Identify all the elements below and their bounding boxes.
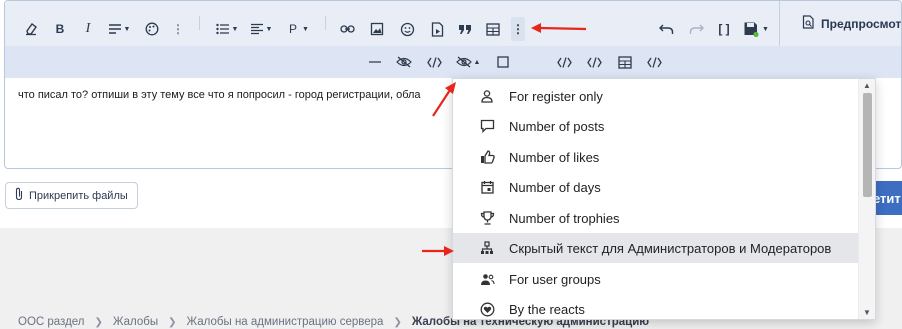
bold-button[interactable]: B [53,17,67,41]
toolbar-divider [199,16,200,30]
breadcrumb-item[interactable]: ООС раздел [18,316,85,328]
dropdown-item-label: Number of days [509,179,601,195]
hide-content-menu[interactable]: ▲ [453,50,483,74]
text-lines-icon [108,24,121,34]
dropdown-item-by-reacts[interactable]: By the reacts [453,294,859,319]
dropdown-scrollbar[interactable]: ▲ ▼ [858,79,875,319]
breadcrumb-item[interactable]: Жалобы [113,316,158,328]
dropdown-item-register-only[interactable]: For register only [453,81,859,111]
palette-icon[interactable] [144,17,160,41]
paragraph-format-label: P [289,22,298,36]
code-icon[interactable] [425,50,443,74]
eye-off-icon[interactable] [395,50,413,74]
dropdown-item-label: For register only [509,88,603,104]
dropdown-item-number-of-trophies[interactable]: Number of trophies [453,203,859,233]
italic-button[interactable]: I [81,17,95,41]
breadcrumb-item[interactable]: Жалобы на администрацию сервера [187,316,384,328]
horizontal-rule-icon[interactable] [367,50,383,74]
scroll-down-icon[interactable]: ▼ [863,308,871,317]
image-icon[interactable] [369,17,385,41]
annotation-arrow-right [531,23,587,33]
person-icon [479,88,495,104]
dropdown-item-number-of-days[interactable]: Number of days [453,172,859,202]
paragraph-format-menu[interactable]: P ▼ [287,17,311,41]
code-icon[interactable] [645,50,663,74]
media-file-icon[interactable] [429,17,445,41]
paperclip-icon [14,187,24,204]
dropdown-item-label: Number of trophies [509,210,620,226]
dropdown-item-label: By the reacts [509,301,585,317]
eraser-icon[interactable] [23,17,39,41]
save-icon [744,22,759,37]
document-search-icon [802,15,815,32]
align-left-icon [250,23,263,35]
smiley-icon[interactable] [399,17,415,41]
dropdown-item-label: For user groups [509,271,601,287]
annotation-arrow-diagonal [432,82,456,117]
list-menu[interactable]: ▼ [213,17,241,41]
dropdown-item-label: Number of likes [509,149,600,165]
save-draft-menu[interactable]: ▼ [741,17,771,41]
sitemap-icon [479,240,495,256]
dropdown-item-admin-moderator-hidden[interactable]: Скрытый текст для Администраторов и Моде… [453,233,859,263]
quote-icon[interactable] [457,17,473,41]
text-style-menu[interactable]: ▼ [105,17,133,41]
dropdown-item-label: Number of posts [509,118,605,134]
scrollbar-thumb[interactable] [863,93,872,197]
preview-label: Предпросмотр [821,16,902,31]
trophy-icon [479,210,495,226]
eye-off-icon [455,56,472,68]
editor-content[interactable]: что писал то? отпиши в эту тему все что … [18,89,421,101]
redo-icon[interactable] [687,17,705,41]
dropdown-item-user-groups[interactable]: For user groups [453,264,859,294]
square-icon[interactable] [495,50,511,74]
attach-files-label: Прикрепить файлы [29,189,128,202]
dropdown-item-label: Скрытый текст для Администраторов и Моде… [509,240,832,256]
users-icon [479,271,495,287]
chevron-right-icon: ❯ [393,316,402,328]
chevron-right-icon: ❯ [168,316,177,328]
dropdown-item-number-of-likes[interactable]: Number of likes [453,142,859,172]
more-vertical-icon[interactable]: ⋮ [172,17,184,41]
table-icon[interactable] [616,50,634,74]
hide-content-dropdown: For register only Number of posts Number… [452,78,876,320]
comment-icon [479,118,495,134]
calendar-icon [479,179,495,195]
more-options-icon[interactable]: ⋮ [511,17,525,41]
editor-secondary-toolbar: ▲ [5,46,901,78]
table-icon[interactable] [485,17,501,41]
dropdown-item-number-of-posts[interactable]: Number of posts [453,111,859,141]
chevron-right-icon: ❯ [94,316,103,328]
bbcode-toggle-icon[interactable]: [ ] [715,17,733,41]
align-menu[interactable]: ▼ [247,17,275,41]
heart-icon [479,301,495,317]
link-icon[interactable] [339,17,355,41]
list-icon [215,23,229,35]
thumbs-up-icon [479,149,495,165]
annotation-arrow-left [422,246,454,256]
toolbar-divider [325,16,326,30]
code-icon[interactable] [555,50,573,74]
code-icon[interactable] [585,50,603,74]
reply-button-label: етит [873,190,901,206]
preview-button[interactable]: Предпросмотр [779,1,902,46]
attach-files-button[interactable]: Прикрепить файлы [5,182,138,209]
undo-icon[interactable] [657,17,675,41]
editor-toolbar: B I ▼ ⋮ ▼ ▼ P ▼ ⋮ [] ▼ Предпросмотр [5,1,901,46]
scroll-up-icon[interactable]: ▲ [863,81,871,90]
